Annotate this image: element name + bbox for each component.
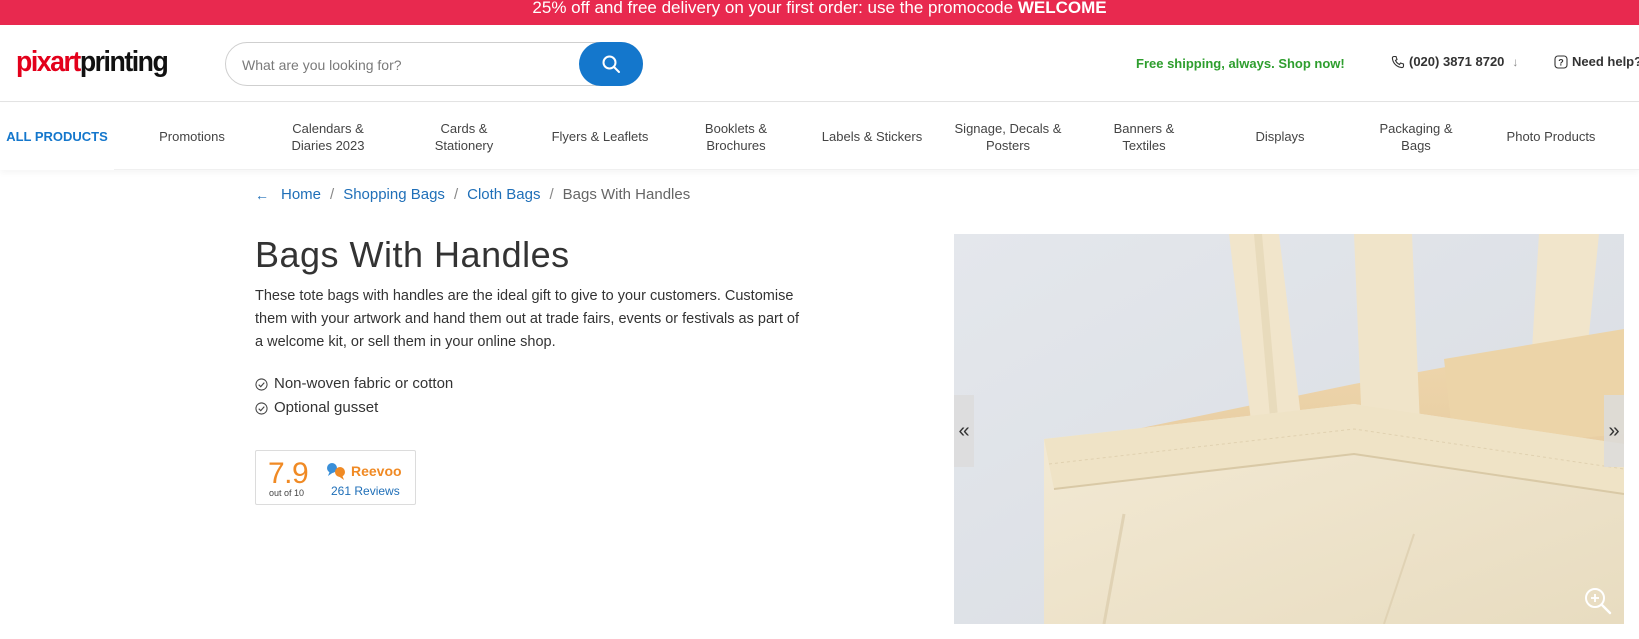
nav-all-products[interactable]: ALL PRODUCTS xyxy=(0,103,114,170)
feature-item: Non-woven fabric or cotton xyxy=(255,372,453,396)
rating-score: 7.9 xyxy=(268,457,309,490)
feature-text: Non-woven fabric or cotton xyxy=(274,375,454,392)
reviews-link[interactable]: 261 Reviews xyxy=(331,484,400,498)
pixartprinting-logo[interactable]: pixartprinting xyxy=(16,45,169,79)
check-circle-icon xyxy=(255,401,268,415)
double-chevron-left-icon: « xyxy=(958,419,970,442)
help-label: Need help? xyxy=(1572,54,1639,69)
help-icon: ? xyxy=(1554,54,1568,69)
product-description: These tote bags with handles are the ide… xyxy=(255,288,800,350)
breadcrumb: ← Home / Shopping Bags / Cloth Bags / Ba… xyxy=(255,186,690,203)
nav-cards[interactable]: Cards & Stationery xyxy=(419,103,509,170)
breadcrumb-home[interactable]: Home xyxy=(281,186,321,203)
breadcrumb-shopping-bags[interactable]: Shopping Bags xyxy=(343,186,445,203)
nav-promotions[interactable]: Promotions xyxy=(137,103,247,170)
rating-out-of: out of 10 xyxy=(269,488,305,498)
tote-bag-illustration xyxy=(954,234,1624,624)
promo-text: 25% off and free delivery on your first … xyxy=(532,0,1018,17)
feature-list: Non-woven fabric or cotton Optional guss… xyxy=(255,372,453,420)
back-arrow-icon[interactable]: ← xyxy=(255,187,269,203)
breadcrumb-separator: / xyxy=(453,186,459,203)
zoom-in-icon xyxy=(1585,588,1612,615)
breadcrumb-current: Bags With Handles xyxy=(562,186,691,203)
feature-item: Optional gusset xyxy=(255,396,453,420)
nav-photo-products[interactable]: Photo Products xyxy=(1494,103,1608,170)
zoom-button[interactable] xyxy=(1583,586,1613,621)
chevron-down-icon: ↓ xyxy=(1512,54,1519,69)
gallery-next-button[interactable]: » xyxy=(1604,395,1624,467)
reevoo-label: Reevoo xyxy=(351,463,402,479)
gallery-prev-button[interactable]: « xyxy=(954,395,974,467)
need-help-link[interactable]: ? Need help? xyxy=(1554,54,1639,69)
double-chevron-right-icon: » xyxy=(1608,419,1620,442)
phone-number: (020) 3871 8720 xyxy=(1409,54,1505,69)
page-title: Bags With Handles xyxy=(255,234,570,275)
reevoo-logo-icon xyxy=(327,463,345,480)
site-header: pixartprinting Free shipping, always. Sh… xyxy=(0,25,1639,102)
check-circle-icon xyxy=(255,377,268,391)
search-button[interactable] xyxy=(579,42,643,86)
nav-labels[interactable]: Labels & Stickers xyxy=(815,103,929,170)
breadcrumb-cloth-bags[interactable]: Cloth Bags xyxy=(467,186,540,203)
phone-contact[interactable]: (020) 3871 8720 ↓ xyxy=(1391,54,1518,69)
nav-calendars[interactable]: Calendars & Diaries 2023 xyxy=(273,103,383,170)
logo-part-black: printing xyxy=(79,46,169,78)
nav-packaging[interactable]: Packaging & Bags xyxy=(1364,103,1468,170)
nav-booklets[interactable]: Booklets & Brochures xyxy=(689,103,783,170)
svg-text:?: ? xyxy=(1558,57,1564,67)
reevoo-rating-badge[interactable]: 7.9 out of 10 Reevoo 261 Reviews xyxy=(255,450,416,505)
promo-code: WELCOME xyxy=(1017,0,1107,17)
feature-text: Optional gusset xyxy=(274,399,379,416)
breadcrumb-separator: / xyxy=(330,186,335,203)
product-image[interactable] xyxy=(954,234,1624,624)
nav-signage[interactable]: Signage, Decals & Posters xyxy=(953,103,1063,170)
nav-banners[interactable]: Banners & Textiles xyxy=(1099,103,1189,170)
category-nav: ALL PRODUCTS Promotions Calendars & Diar… xyxy=(0,103,1639,170)
search-icon xyxy=(602,55,620,73)
search-input[interactable] xyxy=(242,54,572,76)
free-shipping-link[interactable]: Free shipping, always. Shop now! xyxy=(1136,56,1345,71)
logo-part-red: pixart xyxy=(16,46,81,78)
promo-banner[interactable]: 25% off and free delivery on your first … xyxy=(0,0,1639,25)
phone-icon xyxy=(1391,55,1405,68)
breadcrumb-separator: / xyxy=(549,186,554,203)
search-bar xyxy=(225,42,643,86)
nav-flyers[interactable]: Flyers & Leaflets xyxy=(544,103,656,170)
reevoo-brand: Reevoo xyxy=(326,461,402,481)
nav-displays[interactable]: Displays xyxy=(1230,103,1330,170)
